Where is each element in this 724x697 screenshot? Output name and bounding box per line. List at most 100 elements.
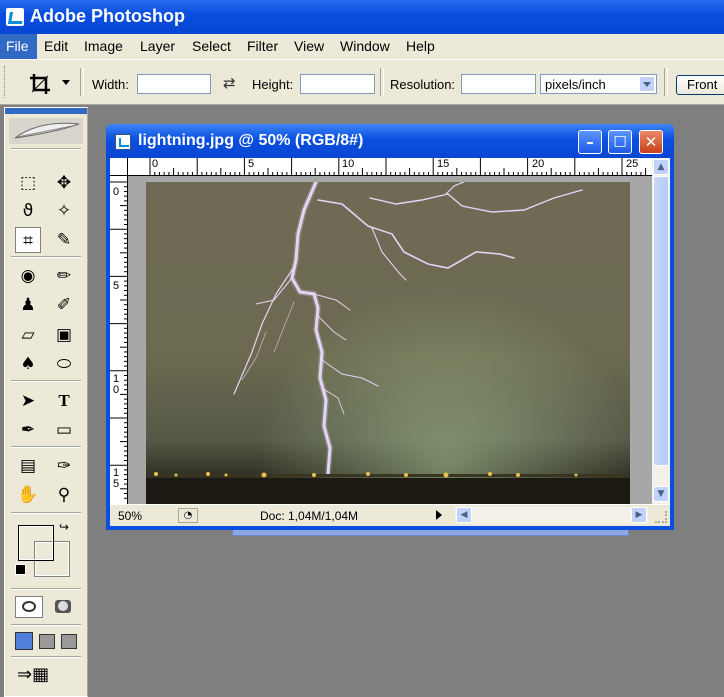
standard-mode-icon[interactable] — [15, 596, 43, 618]
swap-icon[interactable]: ⇄ — [223, 74, 236, 92]
jump-to-imageready-icon[interactable]: ⇒▦ — [17, 664, 49, 685]
vertical-ruler[interactable]: 0 5 1 0 1 5 — [110, 176, 128, 504]
chevron-down-icon[interactable] — [639, 76, 655, 92]
minimize-button[interactable]: – — [578, 130, 602, 154]
healing-brush-icon[interactable]: ◉ — [15, 263, 41, 289]
swap-colors-icon[interactable]: ↪ — [59, 520, 69, 534]
screen-mode-standard-icon[interactable] — [15, 632, 33, 650]
close-button[interactable]: ✕ — [639, 130, 663, 154]
vertical-scrollbar[interactable]: ▲ ▼ — [652, 158, 670, 504]
scroll-up-icon[interactable]: ▲ — [653, 159, 669, 175]
ruler-label: 0 — [113, 186, 120, 198]
menu-image[interactable]: Image — [84, 38, 123, 54]
default-colors-icon[interactable] — [15, 564, 26, 575]
move-tool-icon[interactable]: ✥ — [51, 170, 77, 196]
foreground-color-swatch[interactable] — [19, 526, 53, 560]
scroll-right-icon[interactable]: ▶ — [631, 507, 647, 523]
vertical-scroll-thumb[interactable] — [653, 176, 669, 466]
tool-preset-chevron-down-icon[interactable] — [62, 80, 70, 85]
scroll-left-icon[interactable]: ◀ — [456, 507, 472, 523]
resolution-label: Resolution: — [390, 77, 456, 92]
height-input[interactable] — [300, 74, 375, 94]
marquee-tool-icon[interactable]: ⬚ — [15, 170, 41, 196]
document-icon — [115, 134, 131, 150]
menu-file[interactable]: File — [0, 34, 37, 59]
crop-tool-icon[interactable]: ⌗ — [15, 227, 41, 253]
ruler-origin[interactable] — [110, 158, 128, 176]
slice-tool-icon[interactable]: ✎ — [51, 227, 77, 253]
magic-wand-icon[interactable]: ✧ — [51, 198, 77, 224]
maximize-button[interactable]: ☐ — [608, 130, 632, 154]
ruler-label: 15 — [437, 158, 450, 170]
clone-stamp-icon[interactable]: ♟ — [15, 292, 41, 318]
status-info-icon[interactable]: ◔ — [178, 508, 198, 523]
document-title-bar[interactable]: lightning.jpg @ 50% (RGB/8#) – ☐ ✕ — [106, 124, 674, 158]
divider — [11, 380, 81, 382]
options-grip[interactable] — [4, 66, 8, 98]
resolution-units-select[interactable]: pixels/inch — [540, 74, 657, 94]
ruler-label: 25 — [626, 158, 639, 170]
width-input[interactable] — [137, 74, 211, 94]
resolution-input[interactable] — [461, 74, 536, 94]
photoshop-app-icon — [6, 8, 24, 26]
front-image-button[interactable]: Front — [676, 75, 724, 95]
notes-tool-icon[interactable]: ▤ — [15, 453, 41, 479]
menu-layer[interactable]: Layer — [140, 38, 175, 54]
ruler-label: 5 — [248, 158, 255, 170]
menu-select[interactable]: Select — [192, 38, 231, 54]
menu-view[interactable]: View — [294, 38, 324, 54]
type-tool-icon[interactable]: T — [51, 388, 77, 414]
brush-tool-icon[interactable]: ✏ — [51, 263, 77, 289]
menu-edit[interactable]: Edit — [44, 38, 68, 54]
crop-icon[interactable] — [28, 72, 52, 96]
options-bar: Width: ⇄ Height: Resolution: pixels/inch… — [0, 59, 724, 105]
scroll-down-icon[interactable]: ▼ — [653, 486, 669, 502]
lasso-tool-icon[interactable]: ϑ — [15, 198, 41, 224]
gradient-tool-icon[interactable]: ▣ — [51, 322, 77, 348]
shape-tool-icon[interactable]: ▭ — [51, 417, 77, 443]
resolution-units-value: pixels/inch — [545, 77, 606, 92]
dodge-tool-icon[interactable]: ⬭ — [51, 351, 77, 377]
toolbox-panel: ⬚ ✥ ϑ ✧ ⌗ ✎ ◉ ✏ ♟ ✐ ▱ ▣ ♠ ⬭ ➤ T ✒ ▭ ▤ ✑ … — [4, 107, 88, 697]
height-label: Height: — [252, 77, 294, 92]
toolbox-header[interactable] — [5, 108, 87, 114]
path-selection-icon[interactable]: ➤ — [15, 388, 41, 414]
zoom-level[interactable]: 50% — [118, 509, 170, 523]
status-menu-arrow-icon[interactable] — [436, 510, 442, 520]
hand-tool-icon[interactable]: ✋ — [15, 482, 41, 508]
ruler-label: 5 — [113, 280, 120, 292]
canvas-area[interactable] — [128, 176, 652, 504]
ruler-label: 1 5 — [113, 467, 120, 490]
document-content: 0 5 10 15 20 25 0 5 1 0 1 5 ▲ ▼ 50% ◔ Do… — [110, 158, 670, 526]
menu-filter[interactable]: Filter — [247, 38, 278, 54]
divider — [664, 68, 668, 96]
divider — [11, 656, 81, 658]
zoom-tool-icon[interactable]: ⚲ — [51, 482, 77, 508]
quick-mask-mode-icon[interactable] — [49, 596, 77, 618]
screen-mode-full-menu-icon[interactable] — [39, 634, 55, 649]
history-brush-icon[interactable]: ✐ — [51, 292, 77, 318]
divider — [11, 256, 81, 258]
document-status-bar: 50% ◔ Doc: 1,04M/1,04M ◀ ▶ — [110, 504, 670, 526]
lightning-photo[interactable] — [146, 182, 630, 504]
menu-window[interactable]: Window — [340, 38, 390, 54]
divider — [80, 68, 84, 96]
app-title: Adobe Photoshop — [30, 6, 185, 26]
screen-mode-full-icon[interactable] — [61, 634, 77, 649]
pen-tool-icon[interactable]: ✒ — [15, 417, 41, 443]
blur-tool-icon[interactable]: ♠ — [15, 351, 41, 377]
resize-grip[interactable] — [655, 511, 667, 523]
horizontal-scrollbar[interactable]: ◀ ▶ — [455, 507, 648, 524]
divider — [11, 512, 81, 514]
horizontal-ruler[interactable]: 0 5 10 15 20 25 — [128, 158, 652, 176]
eyedropper-tool-icon[interactable]: ✑ — [51, 453, 77, 479]
ruler-label: 10 — [342, 158, 355, 170]
menu-help[interactable]: Help — [406, 38, 435, 54]
doc-size: Doc: 1,04M/1,04M — [260, 509, 359, 523]
eraser-tool-icon[interactable]: ▱ — [15, 322, 41, 348]
divider — [11, 588, 81, 590]
document-title: lightning.jpg @ 50% (RGB/8#) — [138, 132, 364, 149]
feather-logo[interactable] — [9, 118, 83, 144]
ruler-label: 0 — [152, 158, 159, 170]
divider — [11, 624, 81, 626]
